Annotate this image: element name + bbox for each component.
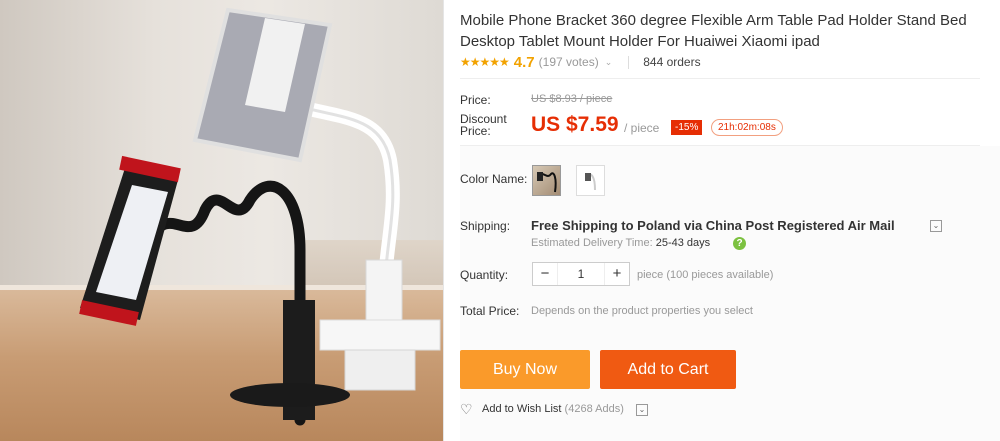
per-piece-unit: / piece — [624, 121, 660, 135]
color-swatch-white[interactable] — [576, 165, 605, 196]
countdown-timer: 21h:02m:08s — [711, 119, 783, 136]
total-price-label: Total Price: — [460, 304, 520, 318]
product-info: Mobile Phone Bracket 360 degree Flexible… — [460, 0, 1000, 441]
price-label: Price: — [460, 93, 491, 107]
black-holder-thumbnail-icon — [537, 172, 557, 193]
add-to-cart-button[interactable]: Add to Cart — [600, 350, 736, 389]
divider — [628, 55, 630, 69]
quantity-availability: piece (100 pieces available) — [637, 269, 774, 281]
color-swatch-black[interactable] — [532, 165, 561, 196]
heart-icon[interactable]: ♡ — [460, 401, 473, 418]
shipping-dropdown-icon[interactable]: ⌄ — [930, 220, 942, 232]
wish-list-count: (4268 Adds) — [564, 403, 624, 415]
discount-price: US $7.59 — [531, 113, 619, 136]
rating-row: ★★★★★ 4.7 (197 votes) ⌄ 844 orders — [460, 53, 701, 71]
delivery-days: 25-43 days — [655, 237, 711, 249]
discount-price-label: Discount Price: — [460, 112, 507, 138]
shipping-label: Shipping: — [460, 219, 511, 233]
wish-list-label: Add to Wish List — [482, 403, 562, 415]
delivery-estimate: Estimated Delivery Time: 25-43 days — [531, 237, 710, 249]
white-holder-thumbnail-icon — [585, 173, 596, 191]
quantity-decrease-button[interactable]: − — [533, 263, 557, 285]
delivery-estimate-label: Estimated Delivery Time: — [531, 237, 653, 249]
divider — [460, 145, 980, 146]
total-price-note: Depends on the product properties you se… — [531, 305, 753, 317]
divider — [460, 78, 980, 79]
quantity-stepper: − 1 + — [532, 262, 630, 286]
chevron-down-icon[interactable]: ⌄ — [605, 57, 613, 68]
question-icon[interactable]: ? — [733, 237, 746, 250]
buy-now-button[interactable]: Buy Now — [460, 350, 590, 389]
product-title: Mobile Phone Bracket 360 degree Flexible… — [460, 12, 967, 50]
quantity-input[interactable]: 1 — [557, 263, 605, 285]
quantity-increase-button[interactable]: + — [605, 263, 629, 285]
product-illustration — [79, 7, 441, 426]
original-price: US $8.93 / piece — [531, 93, 613, 105]
votes-link[interactable]: (197 votes) — [539, 55, 599, 69]
star-rating-icon: ★★★★★ — [460, 55, 510, 69]
divider — [443, 0, 444, 441]
discount-badge: -15% — [671, 120, 703, 135]
color-label: Color Name: — [460, 172, 528, 186]
shipping-method[interactable]: Free Shipping to Poland via China Post R… — [531, 218, 895, 233]
rating-value: 4.7 — [513, 53, 535, 71]
quantity-label: Quantity: — [460, 268, 509, 282]
wish-list-dropdown-icon[interactable]: ⌄ — [636, 404, 648, 416]
add-to-wish-list-link[interactable]: Add to Wish List (4268 Adds) — [482, 403, 624, 415]
product-image[interactable] — [0, 0, 443, 441]
orders-count: 844 orders — [643, 55, 701, 69]
